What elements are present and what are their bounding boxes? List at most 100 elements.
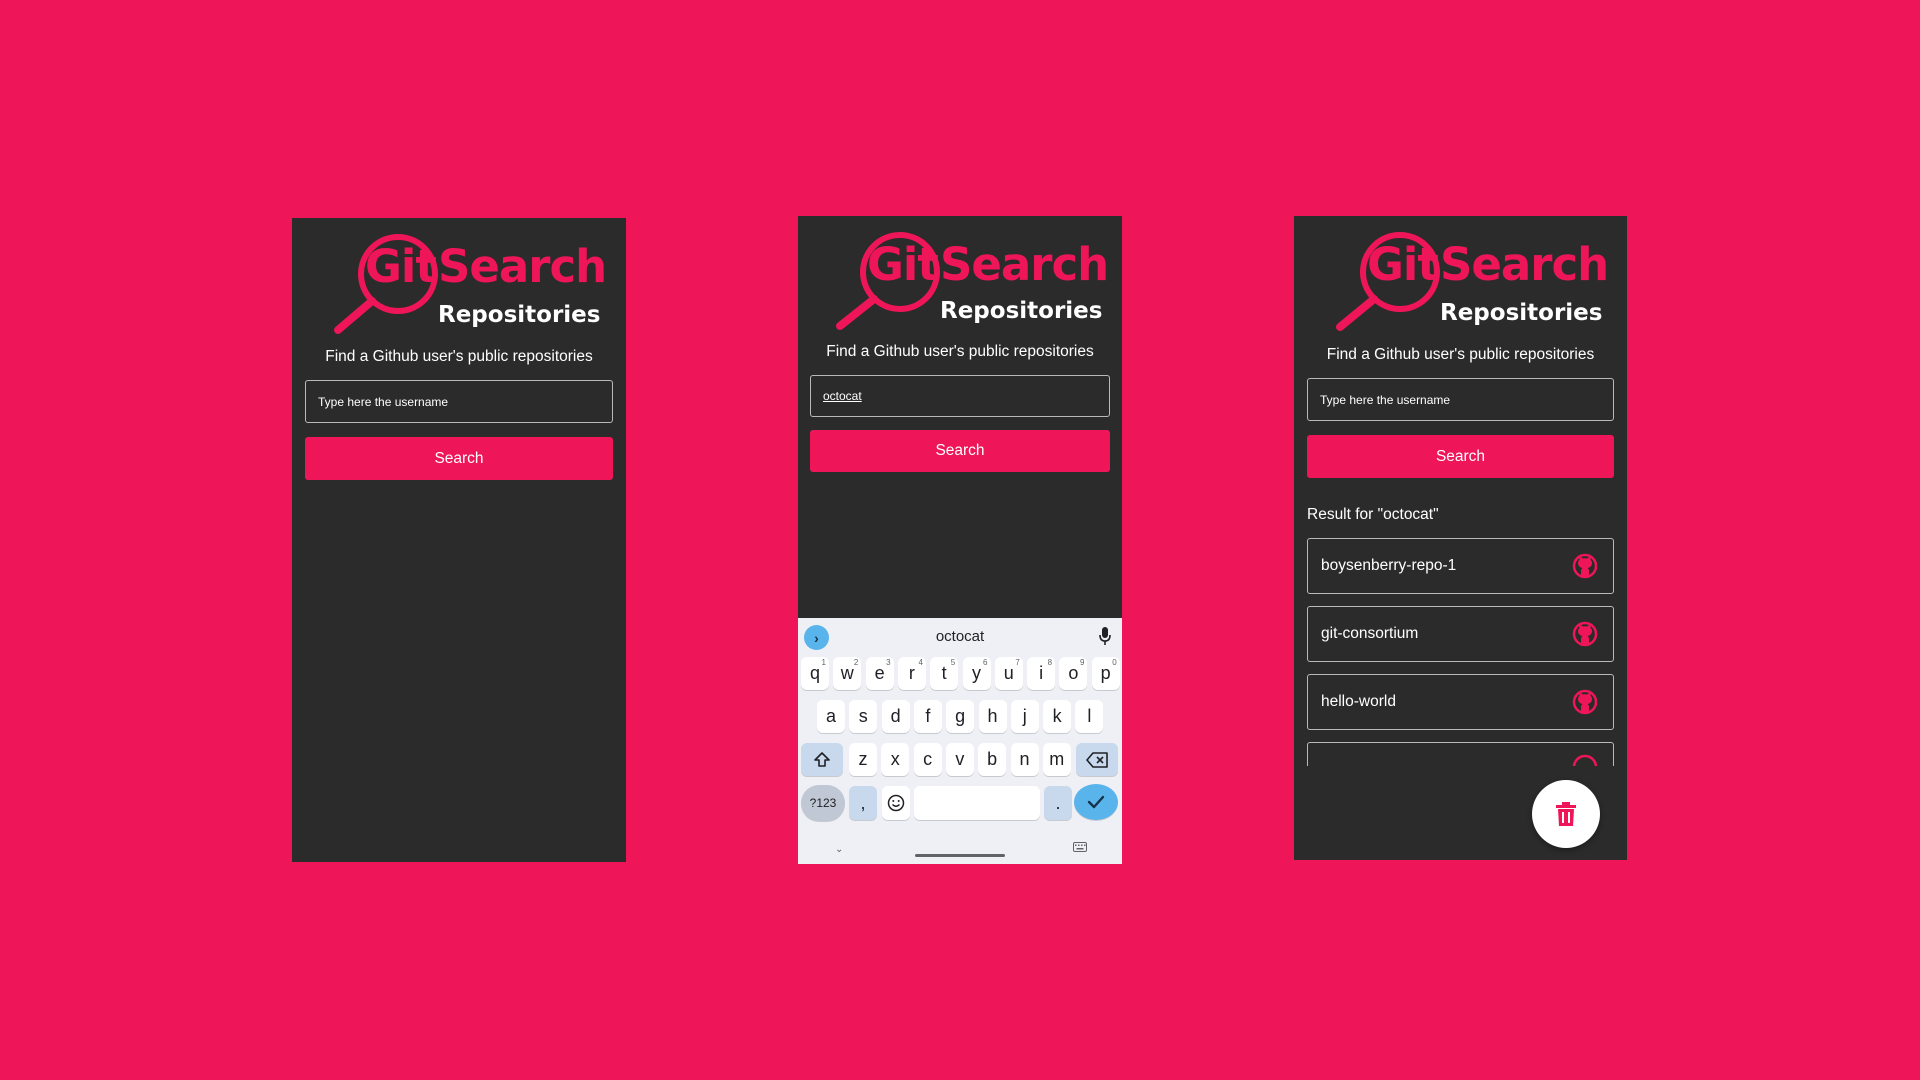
on-screen-keyboard: › octocat q1w2e3r4t5y6u7i8o9p0asdfghjklz… [798,618,1122,864]
key-t[interactable]: t5 [930,657,959,690]
key-s[interactable]: s [849,700,878,733]
clear-results-fab[interactable] [1532,780,1600,848]
key-label: a [825,706,836,726]
username-input[interactable]: octocat [810,375,1110,417]
tagline: Find a Github user's public repositories [826,343,1094,360]
key-label: o [1068,663,1079,683]
logo-git-text: Git [1367,238,1439,291]
key-hint: 2 [853,658,859,667]
key-r[interactable]: r4 [897,657,926,690]
screen-typing: Git Search Repositories Find a Github us… [798,216,1122,864]
key-e[interactable]: e3 [865,657,894,690]
username-input[interactable]: Type here the username [1307,378,1614,421]
key-l[interactable]: l [1075,700,1104,733]
key-label: x [890,749,900,769]
key-label: b [987,749,998,769]
key-hint: 3 [886,658,891,667]
logo-subtitle: Repositories [1440,300,1603,326]
list-item[interactable]: git-consortium [1307,606,1614,662]
key-f[interactable]: f [913,700,942,733]
key-hint: 1 [821,658,826,667]
key-hint: 6 [983,658,988,667]
key-label: m [1049,749,1065,769]
github-icon[interactable] [1571,688,1599,716]
shift-key[interactable] [801,743,843,776]
period-key[interactable]: . [1044,786,1072,820]
app-logo: Git Search Repositories [292,218,626,334]
key-v[interactable]: v [945,743,974,776]
search-button[interactable]: Search [1307,435,1614,478]
tagline: Find a Github user's public repositories [325,348,593,365]
comma-key[interactable]: , [849,786,877,820]
key-z[interactable]: z [849,743,877,776]
list-item[interactable]: boysenberry-repo-1 [1307,538,1614,594]
key-label: y [972,663,981,683]
key-j[interactable]: j [1010,700,1039,733]
key-b[interactable]: b [978,743,1007,776]
keyboard-switch-icon[interactable] [1073,842,1087,852]
microphone-icon[interactable] [1098,626,1112,646]
github-icon[interactable] [1571,753,1599,766]
key-label: c [923,749,933,769]
list-item[interactable]: hello-world [1307,674,1614,730]
key-label: f [925,706,931,726]
key-c[interactable]: c [913,743,942,776]
hide-keyboard-icon[interactable]: ⌄ [835,844,843,855]
list-item-partial[interactable] [1307,742,1614,766]
key-w[interactable]: w2 [833,657,862,690]
key-label: r [908,663,915,683]
key-label: v [955,749,965,769]
key-label: h [987,706,998,726]
search-button[interactable]: Search [305,437,613,480]
key-hint: 5 [950,658,956,667]
emoji-key[interactable] [882,786,910,820]
key-x[interactable]: x [881,743,910,776]
key-m[interactable]: m [1042,743,1071,776]
shift-icon [814,751,830,767]
key-label: p [1100,663,1111,683]
logo-git-text: Git [867,238,939,291]
username-input[interactable]: Type here the username [305,380,613,423]
repo-name: hello-world [1321,693,1396,710]
key-label: z [858,749,868,769]
enter-key[interactable] [1074,784,1118,820]
key-hint: 4 [918,658,923,667]
key-y[interactable]: y6 [962,657,991,690]
key-o[interactable]: o9 [1059,657,1088,690]
key-p[interactable]: p0 [1091,657,1120,690]
logo-search-text: Search [438,240,607,293]
github-icon[interactable] [1571,552,1599,580]
github-icon[interactable] [1571,620,1599,648]
key-h[interactable]: h [978,700,1007,733]
key-d[interactable]: d [881,700,910,733]
key-label: e [874,663,885,683]
space-key[interactable] [914,786,1040,820]
key-label: l [1087,706,1092,726]
key-u[interactable]: u7 [994,657,1023,690]
logo-subtitle: Repositories [438,302,601,328]
suggestion-word[interactable]: octocat [798,628,1122,645]
key-label: u [1003,663,1014,683]
key-label: k [1052,706,1062,726]
numbers-key[interactable]: ?123 [801,785,845,821]
repo-name: boysenberry-repo-1 [1321,557,1457,574]
logo-subtitle: Repositories [940,298,1103,324]
key-g[interactable]: g [946,700,975,733]
key-a[interactable]: a [817,700,845,733]
app-logo: Git Search Repositories [798,216,1122,330]
key-q[interactable]: q1 [801,657,829,690]
emoji-icon [887,794,905,812]
backspace-key[interactable] [1076,743,1118,776]
key-hint: 8 [1047,658,1053,667]
search-button[interactable]: Search [810,430,1110,472]
key-n[interactable]: n [1010,743,1039,776]
key-hint: 0 [1112,658,1117,667]
key-i[interactable]: i8 [1027,657,1056,690]
key-label: n [1019,749,1030,769]
repo-list[interactable]: boysenberry-repo-1 git-consortium hello-… [1294,538,1627,766]
key-k[interactable]: k [1043,700,1072,733]
screen-home: Git Search Repositories Find a Github us… [292,218,626,862]
gesture-handle [915,854,1005,857]
logo-search-text: Search [1440,238,1609,291]
key-label: t [941,663,947,683]
